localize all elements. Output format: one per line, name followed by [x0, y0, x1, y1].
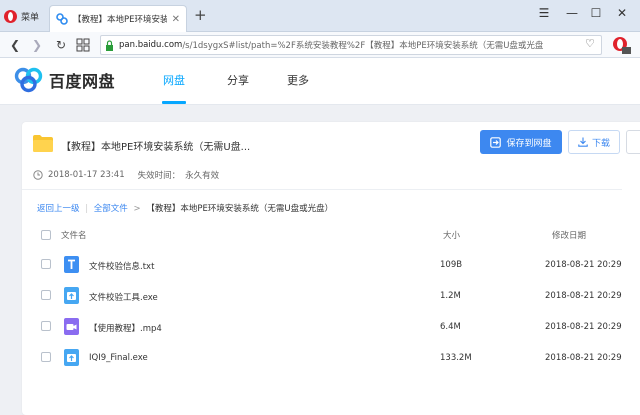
share-title: 【教程】本地PE环境安装系统（无需U盘... — [61, 142, 251, 153]
nav-tab-more[interactable]: 更多 — [287, 72, 309, 88]
select-all-checkbox[interactable] — [41, 230, 51, 240]
video-file-icon — [64, 318, 79, 335]
file-date: 2018-08-21 20:29 — [545, 260, 622, 270]
back-icon[interactable]: ❮ — [6, 36, 24, 54]
breadcrumb: 返回上一级 | 全部文件 > 【教程】本地PE环境安装系统（无需U盘或光盘） — [37, 202, 333, 214]
folder-icon — [33, 135, 53, 152]
exe-file-icon — [64, 349, 79, 366]
minimize-icon[interactable]: — — [560, 6, 584, 20]
file-name[interactable]: 【使用教程】.mp4 — [89, 322, 162, 334]
table-row[interactable]: 【使用教程】.mp4 6.4M 2018-08-21 20:29 — [22, 311, 622, 342]
file-date: 2018-08-21 20:29 — [545, 322, 622, 332]
download-icon — [578, 137, 588, 147]
nav-tab-netdisk[interactable]: 网盘 — [163, 72, 185, 88]
column-header-date[interactable]: 修改日期 — [552, 229, 586, 241]
logo-text: 百度网盘 — [49, 72, 116, 91]
baidu-pan-logo[interactable]: 百度网盘 — [14, 67, 115, 93]
table-row[interactable]: 文件校验工具.exe 1.2M 2018-08-21 20:29 — [22, 280, 622, 311]
new-tab-icon[interactable]: + — [194, 8, 207, 23]
speed-dial-grid-icon[interactable] — [76, 38, 90, 52]
file-name[interactable]: 文件校验信息.txt — [89, 260, 154, 272]
share-meta: 2018-01-17 23:41 失效时间： 永久有效 — [33, 169, 219, 181]
save-button-label: 保存到网盘 — [506, 138, 552, 149]
file-size: 6.4M — [440, 322, 461, 332]
more-actions-button[interactable] — [626, 130, 640, 154]
expiry-value: 永久有效 — [185, 171, 220, 181]
breadcrumb-current: 【教程】本地PE环境安装系统（无需U盘或光盘） — [146, 204, 334, 214]
file-date: 2018-08-21 20:29 — [545, 353, 622, 363]
browser-tab-bar: 菜单 【教程】本地PE环境安装 ✕ + ☰ — ☐ ✕ — [0, 0, 640, 32]
bookmark-heart-icon[interactable]: ♡ — [585, 37, 595, 50]
baidu-pan-logo-icon — [14, 67, 43, 93]
expiry-label: 失效时间： — [137, 171, 181, 181]
download-button-label: 下载 — [591, 138, 610, 149]
url-input[interactable]: pan.baidu.com/s/1dsygxS#list/path=%2F系统安… — [100, 35, 602, 55]
breadcrumb-all-files-link[interactable]: 全部文件 — [94, 204, 128, 214]
forward-icon[interactable]: ❯ — [28, 36, 46, 54]
row-checkbox[interactable] — [41, 352, 51, 362]
opera-flow-toolbar-icon[interactable]: ☰ — [532, 6, 556, 20]
clock-icon — [33, 170, 43, 180]
tab-close-icon[interactable]: ✕ — [172, 14, 180, 25]
column-header-size[interactable]: 大小 — [443, 229, 460, 241]
opera-logo-icon — [4, 9, 17, 23]
breadcrumb-separator: > — [133, 204, 141, 214]
exe-file-icon — [64, 287, 79, 304]
table-row[interactable]: 文件校验信息.txt 109B 2018-08-21 20:29 — [22, 249, 622, 280]
reload-icon[interactable]: ↻ — [52, 36, 70, 54]
breadcrumb-back-link[interactable]: 返回上一级 — [37, 204, 80, 214]
breadcrumb-divider: | — [85, 204, 89, 214]
site-header: 百度网盘 网盘 分享 更多 — [0, 58, 640, 105]
row-checkbox[interactable] — [41, 290, 51, 300]
share-created-time: 2018-01-17 23:41 — [48, 170, 125, 180]
tab-title: 【教程】本地PE环境安装 — [73, 15, 167, 25]
file-size: 133.2M — [440, 353, 472, 363]
file-name[interactable]: IQI9_Final.exe — [89, 353, 148, 363]
file-date: 2018-08-21 20:29 — [545, 291, 622, 301]
active-tab-indicator — [162, 101, 186, 104]
file-table-header: 文件名 大小 修改日期 — [22, 224, 622, 246]
opera-extension-icon[interactable] — [610, 34, 632, 56]
text-file-icon — [64, 256, 79, 273]
nav-tab-share[interactable]: 分享 — [227, 72, 249, 88]
row-checkbox[interactable] — [41, 321, 51, 331]
browser-menu-button[interactable]: 菜单 — [4, 7, 39, 25]
row-checkbox[interactable] — [41, 259, 51, 269]
baidu-pan-favicon-icon — [56, 13, 68, 25]
browser-tab[interactable]: 【教程】本地PE环境安装 ✕ — [49, 5, 187, 32]
url-path: /s/1dsygxS#list/path=%2F系统安装教程%2F【教程】本地P… — [182, 41, 544, 51]
file-size: 1.2M — [440, 291, 461, 301]
lock-icon — [106, 39, 113, 51]
download-button[interactable]: 下载 — [568, 130, 620, 154]
share-card: 【教程】本地PE环境安装系统（无需U盘... 保存到网盘 下载 2018-01-… — [22, 122, 640, 415]
maximize-icon[interactable]: ☐ — [584, 6, 608, 20]
divider — [22, 189, 622, 190]
table-row[interactable]: IQI9_Final.exe 133.2M 2018-08-21 20:29 — [22, 342, 622, 373]
column-header-name[interactable]: 文件名 — [61, 229, 87, 241]
file-name[interactable]: 文件校验工具.exe — [89, 291, 158, 303]
file-size: 109B — [440, 260, 463, 270]
save-to-netdisk-button[interactable]: 保存到网盘 — [480, 130, 562, 154]
browser-menu-label: 菜单 — [21, 12, 40, 23]
address-toolbar: ❮ ❯ ↻ pan.baidu.com/s/1dsygxS#list/path=… — [0, 32, 640, 58]
save-icon — [490, 136, 502, 148]
close-window-icon[interactable]: ✕ — [610, 6, 634, 20]
url-host: pan.baidu.com — [119, 40, 183, 50]
